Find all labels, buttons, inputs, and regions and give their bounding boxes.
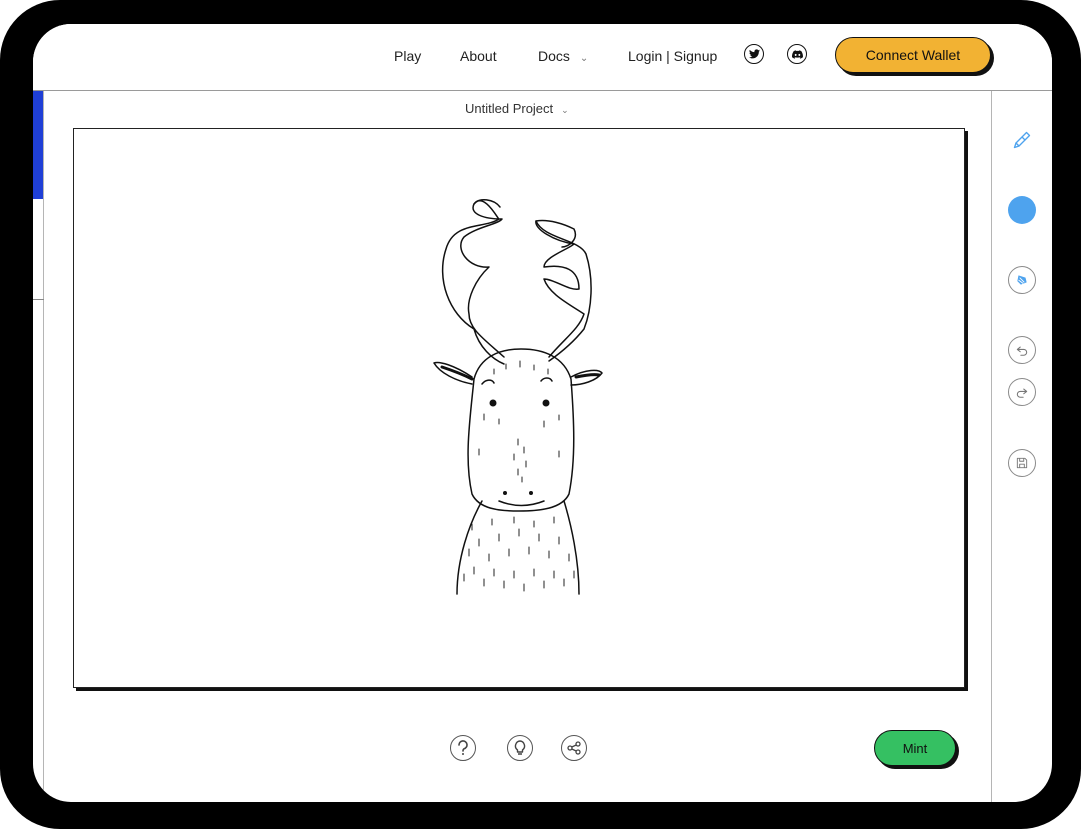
- app-screen: Play About Docs ⌄ Login | Signup Connect …: [33, 24, 1052, 802]
- left-panel-separator: [33, 299, 44, 300]
- drawing-canvas[interactable]: [73, 128, 965, 688]
- nav-play-link[interactable]: Play: [394, 48, 421, 64]
- mint-button[interactable]: Mint: [874, 730, 956, 766]
- nav-docs-label: Docs: [538, 48, 570, 64]
- question-mark-glyph: [458, 740, 468, 755]
- redo-glyph: [1016, 388, 1028, 398]
- share-icon[interactable]: [561, 735, 587, 761]
- redo-icon[interactable]: [1008, 378, 1036, 406]
- save-glyph: [1016, 457, 1028, 469]
- device-frame: Play About Docs ⌄ Login | Signup Connect …: [0, 0, 1081, 829]
- brush-glyph: [1013, 131, 1031, 149]
- twitter-icon[interactable]: [744, 44, 764, 64]
- project-title: Untitled Project: [465, 101, 554, 116]
- twitter-bird-glyph: [748, 49, 760, 59]
- color-swatch-button[interactable]: [1008, 196, 1036, 224]
- brush-icon[interactable]: [1008, 126, 1036, 154]
- nav-about-link[interactable]: About: [460, 48, 497, 64]
- chevron-down-icon: ⌄: [561, 105, 569, 115]
- fill-glyph: [1017, 275, 1027, 285]
- nav-docs-dropdown[interactable]: Docs ⌄: [538, 48, 588, 64]
- right-toolbar-divider: [991, 91, 992, 802]
- discord-icon[interactable]: [787, 44, 807, 64]
- project-title-dropdown[interactable]: Untitled Project ⌄: [465, 101, 569, 116]
- left-panel-divider: [43, 91, 44, 802]
- chevron-down-icon: ⌄: [579, 53, 589, 64]
- deer-line-drawing: [433, 199, 603, 595]
- share-glyph: [567, 741, 581, 755]
- lightbulb-glyph: [514, 740, 526, 755]
- nav-login-signup-link[interactable]: Login | Signup: [628, 48, 717, 64]
- undo-icon[interactable]: [1008, 336, 1036, 364]
- left-panel-accent: [33, 91, 43, 199]
- discord-glyph: [791, 49, 803, 59]
- fill-icon[interactable]: [1008, 266, 1036, 294]
- undo-glyph: [1016, 346, 1028, 356]
- top-navbar: Play About Docs ⌄ Login | Signup Connect …: [33, 24, 1052, 91]
- lightbulb-icon[interactable]: [507, 735, 533, 761]
- connect-wallet-button[interactable]: Connect Wallet: [835, 37, 991, 73]
- help-icon[interactable]: [450, 735, 476, 761]
- save-icon[interactable]: [1008, 449, 1036, 477]
